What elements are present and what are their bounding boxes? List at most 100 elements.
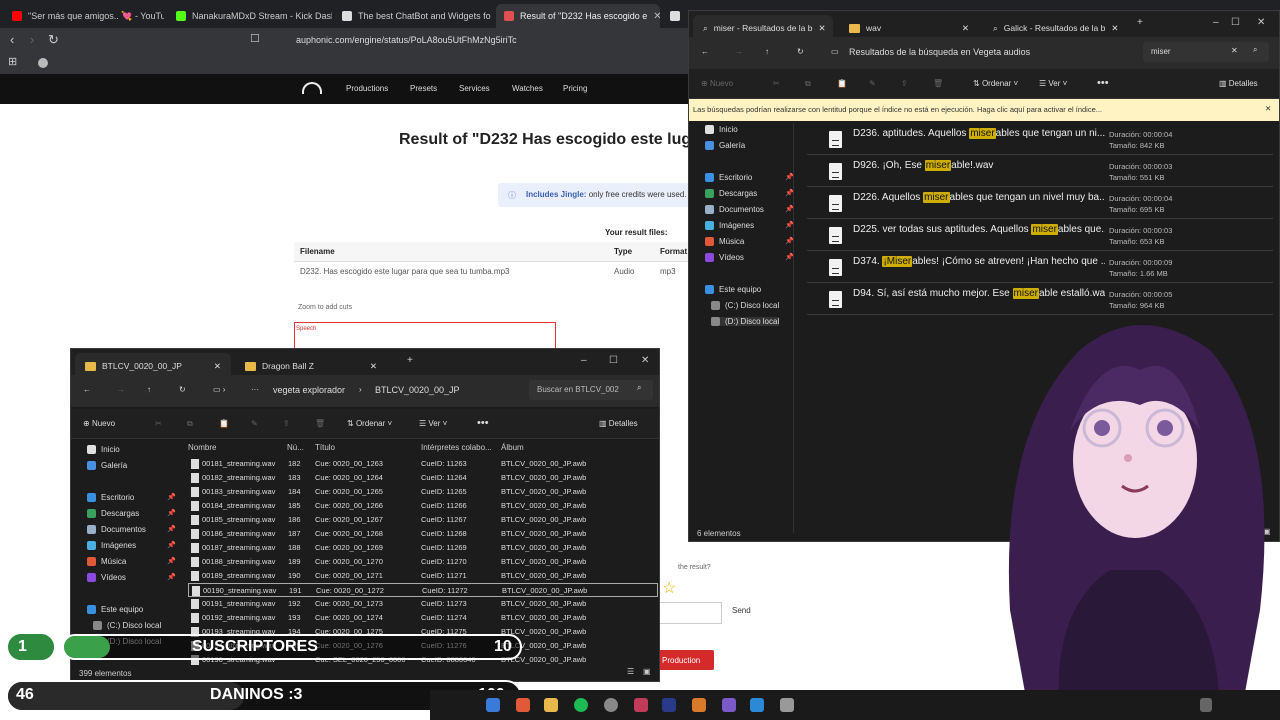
clear-icon[interactable]: ✕ bbox=[1231, 46, 1238, 55]
sidebar-item-este-equipo[interactable]: Este equipo bbox=[87, 605, 143, 614]
sidebar-item-videos[interactable]: Vídeos bbox=[87, 573, 126, 582]
details-button[interactable]: ▥ Detalles bbox=[1219, 79, 1258, 88]
file-row[interactable]: 00190_streaming.wav 191 Cue: 0020_00_1272 C… bbox=[188, 583, 658, 597]
sidebar-item-descargas[interactable]: Descargas bbox=[705, 189, 757, 198]
start-icon[interactable] bbox=[486, 698, 500, 712]
app-icon[interactable] bbox=[780, 698, 794, 712]
copy-icon[interactable]: ⧉ bbox=[187, 419, 193, 429]
back-icon[interactable]: ← bbox=[83, 385, 91, 394]
tools-icon[interactable] bbox=[722, 698, 736, 712]
result-filename[interactable]: D232. Has escogido este lugar para que s… bbox=[300, 267, 509, 276]
index-info-bar[interactable]: Las búsquedas podrían realizarse con len… bbox=[689, 99, 1279, 121]
file-row[interactable]: 00192_streaming.wav 193 Cue: 0020_00_1274 C… bbox=[188, 611, 658, 625]
search-result-item[interactable]: D926. ¡Oh, Ese miserable!.wav Duración: 0… bbox=[807, 155, 1273, 187]
more-icon[interactable]: ••• bbox=[1097, 77, 1109, 89]
file-row[interactable]: 00191_streaming.wav 192 Cue: 0020_00_1273 C… bbox=[188, 597, 658, 611]
view-button[interactable]: ☰ Ver ˅ bbox=[419, 419, 447, 428]
close-window-icon[interactable]: ✕ bbox=[641, 355, 649, 366]
details-button[interactable]: ▥ Detalles bbox=[599, 419, 638, 428]
rename-icon[interactable]: ✎ bbox=[251, 419, 258, 428]
file-row[interactable]: 00184_streaming.wav 185 Cue: 0020_00_1266 C… bbox=[188, 499, 658, 513]
close-icon[interactable]: ✕ bbox=[370, 361, 377, 372]
close-icon[interactable]: ✕ bbox=[1265, 104, 1271, 113]
sidebar-item-este-equipo[interactable]: Este equipo bbox=[705, 285, 761, 294]
sidebar-item-galeria[interactable]: Galería bbox=[705, 141, 745, 150]
sidebar-item-descargas[interactable]: Descargas bbox=[87, 509, 139, 518]
maximize-icon[interactable]: ☐ bbox=[1231, 17, 1240, 28]
sidebar-item-galeria[interactable]: Galería bbox=[87, 461, 127, 470]
minimize-icon[interactable]: – bbox=[581, 355, 587, 366]
sidebar-item-disk-d[interactable]: (D:) Disco local bbox=[711, 317, 780, 326]
delete-icon[interactable]: 🗑 bbox=[933, 79, 943, 88]
new-tab-icon[interactable]: + bbox=[1137, 17, 1143, 28]
sidebar-item-disk-c[interactable]: (C:) Disco local bbox=[711, 301, 779, 310]
speaker-icon[interactable] bbox=[1200, 698, 1212, 712]
share-icon[interactable]: ⇪ bbox=[283, 419, 290, 428]
forward-icon[interactable]: › bbox=[30, 32, 34, 47]
browser-tab-extra[interactable] bbox=[662, 4, 688, 28]
sort-button[interactable]: ⇅ Ordenar ˅ bbox=[973, 79, 1018, 88]
new-button[interactable]: ⊕ Nuevo bbox=[83, 419, 115, 428]
audition-icon[interactable] bbox=[662, 698, 676, 712]
sort-button[interactable]: ⇅ Ordenar ˅ bbox=[347, 419, 392, 428]
sidebar-item-inicio[interactable]: Inicio bbox=[87, 445, 120, 454]
spotify-icon[interactable] bbox=[574, 698, 588, 712]
sidebar-item-disk-c[interactable]: (C:) Disco local bbox=[93, 621, 161, 630]
close-icon[interactable]: ✕ bbox=[214, 361, 221, 372]
sidebar-item-imagenes[interactable]: Imágenes bbox=[87, 541, 136, 550]
address-bar[interactable]: auphonic.com/engine/status/PoLA8ou5UtFhM… bbox=[270, 31, 700, 49]
close-icon[interactable]: ✕ bbox=[1111, 23, 1118, 34]
bookmark-favicon[interactable] bbox=[38, 58, 48, 68]
forward-icon[interactable]: → bbox=[117, 385, 125, 394]
back-icon[interactable]: ‹ bbox=[10, 32, 14, 47]
sidebar-item-escritorio[interactable]: Escritorio bbox=[87, 493, 134, 502]
sidebar-item-imagenes[interactable]: Imágenes bbox=[705, 221, 754, 230]
more-icon[interactable]: ••• bbox=[477, 417, 489, 429]
file-row[interactable]: 00189_streaming.wav 190 Cue: 0020_00_1271 C… bbox=[188, 569, 658, 583]
breadcrumb-path[interactable]: Resultados de la búsqueda en Vegeta audi… bbox=[849, 47, 1030, 57]
nav-productions[interactable]: Productions bbox=[346, 84, 388, 93]
column-numero[interactable]: Nú... bbox=[287, 443, 304, 452]
file-row[interactable]: 00182_streaming.wav 183 Cue: 0020_00_1264 C… bbox=[188, 471, 658, 485]
send-button[interactable]: Send bbox=[732, 606, 751, 615]
breadcrumb-vegeta[interactable]: vegeta explorador bbox=[273, 385, 345, 395]
vscode-icon[interactable] bbox=[750, 698, 764, 712]
browser-tab-result[interactable]: Result of "D232 Has escogido e ✕ bbox=[496, 4, 660, 28]
search-box[interactable]: Buscar en BTLCV_002 ⌕ bbox=[529, 380, 653, 400]
search-box[interactable]: miser ✕ ⌕ bbox=[1143, 42, 1269, 62]
nav-watches[interactable]: Watches bbox=[512, 84, 543, 93]
file-row[interactable]: 00183_streaming.wav 184 Cue: 0020_00_1265 C… bbox=[188, 485, 658, 499]
back-icon[interactable]: ← bbox=[701, 47, 709, 56]
nav-pricing[interactable]: Pricing bbox=[563, 84, 587, 93]
more-path-icon[interactable]: ··· bbox=[251, 385, 259, 394]
minimize-icon[interactable]: – bbox=[1213, 17, 1219, 28]
obs-icon[interactable] bbox=[604, 698, 618, 712]
sidebar-item-videos[interactable]: Vídeos bbox=[705, 253, 744, 262]
tiles-view-icon[interactable]: ▣ bbox=[643, 667, 651, 676]
search-icon[interactable]: ⌕ bbox=[1253, 45, 1257, 55]
app-icon[interactable] bbox=[634, 698, 648, 712]
column-interpretes[interactable]: Intérpretes colabo... bbox=[421, 443, 492, 452]
browser-tab-kick[interactable]: NanakuraMDxD Stream - Kick Dashb bbox=[168, 4, 332, 28]
file-row[interactable]: 00187_streaming.wav 188 Cue: 0020_00_1269 C… bbox=[188, 541, 658, 555]
nav-presets[interactable]: Presets bbox=[410, 84, 437, 93]
view-button[interactable]: ☰ Ver ˅ bbox=[1039, 79, 1067, 88]
sidebar-item-documentos[interactable]: Documentos bbox=[87, 525, 146, 534]
column-titulo[interactable]: Título bbox=[315, 443, 335, 452]
production-button[interactable]: Production bbox=[656, 650, 714, 670]
file-row[interactable]: 00186_streaming.wav 187 Cue: 0020_00_1268 C… bbox=[188, 527, 658, 541]
nav-services[interactable]: Services bbox=[459, 84, 490, 93]
brave-icon[interactable] bbox=[516, 698, 530, 712]
search-result-item[interactable]: D226. Aquellos miserables que tengan un … bbox=[807, 187, 1273, 219]
search-icon[interactable]: ⌕ bbox=[637, 383, 641, 393]
refresh-icon[interactable]: ↻ bbox=[179, 385, 186, 394]
share-icon[interactable]: ⇪ bbox=[901, 79, 908, 88]
cut-icon[interactable]: ✂ bbox=[155, 419, 162, 428]
apps-icon[interactable]: ⊞ bbox=[8, 55, 17, 68]
rename-icon[interactable]: ✎ bbox=[869, 79, 876, 88]
browser-tab-chatbot[interactable]: The best ChatBot and Widgets fo bbox=[334, 4, 494, 28]
up-icon[interactable]: ↑ bbox=[147, 385, 151, 394]
copy-icon[interactable]: ⧉ bbox=[805, 79, 811, 89]
star-icon[interactable]: ☆ bbox=[662, 578, 676, 598]
close-tab-icon[interactable]: ✕ bbox=[653, 11, 660, 22]
